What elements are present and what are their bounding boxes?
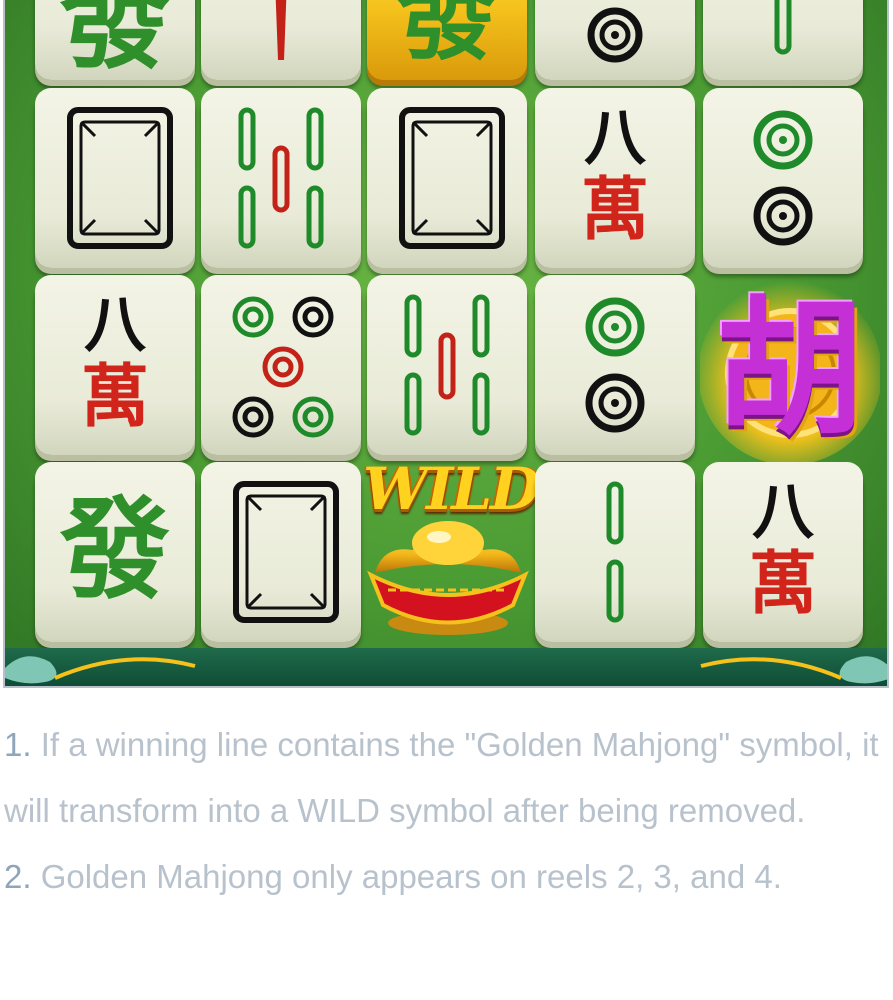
tile-golden-fa: 發 <box>367 0 527 80</box>
wan-glyph: 萬 <box>748 544 817 624</box>
tile-one-circle <box>535 0 695 80</box>
white-dragon-icon <box>399 107 505 249</box>
rule-number: 2. <box>4 858 32 895</box>
rule-text: If a winning line contains the "Golden M… <box>4 726 879 829</box>
ba-glyph: 八 <box>583 101 646 174</box>
tile-two-circle <box>703 88 863 268</box>
hu-glyph: 胡 <box>716 281 864 455</box>
white-dragon-icon <box>233 481 339 623</box>
bamboo-icon <box>774 0 792 55</box>
tile-eight-wan: 八 萬 <box>535 88 695 268</box>
white-dragon-icon <box>67 107 173 249</box>
two-circle-icon <box>753 110 813 246</box>
circle-dot-icon <box>587 7 643 63</box>
rule-number: 1. <box>4 726 32 763</box>
tile-five-circle <box>201 275 361 455</box>
cloud-ornament-icon <box>5 656 887 684</box>
tile-two-circle <box>535 275 695 455</box>
rules-text: 1. If a winning line contains the "Golde… <box>4 712 889 910</box>
fa-glyph: 發 <box>60 485 170 614</box>
tile-six-bamboo <box>367 275 527 455</box>
six-bamboo-icon <box>238 107 324 249</box>
ba-glyph: 八 <box>751 475 814 548</box>
tile-eight-wan: 八 萬 <box>703 462 863 642</box>
tile-two-bamboo <box>535 462 695 642</box>
tile-six-bamboo <box>201 88 361 268</box>
ba-glyph: 八 <box>83 288 146 361</box>
rule-item: 2. Golden Mahjong only appears on reels … <box>4 844 889 910</box>
two-circle-icon <box>585 297 645 433</box>
rule-text: Golden Mahjong only appears on reels 2, … <box>31 858 782 895</box>
six-bamboo-icon <box>404 294 490 436</box>
two-bamboo-icon <box>606 481 624 623</box>
tile-eight-wan: 八 萬 <box>35 275 195 455</box>
five-circle-icon <box>232 296 334 438</box>
hu-bonus-symbol: 胡 <box>700 268 880 468</box>
red-bamboo-icon <box>275 0 287 60</box>
tile-bamboo-red <box>201 0 361 80</box>
wild-symbol: WILD <box>363 455 540 645</box>
tile-white-dragon <box>367 88 527 268</box>
wan-glyph: 萬 <box>80 357 149 437</box>
wild-label: WILD <box>363 455 540 523</box>
game-board: 發 發 八 萬 八 萬 胡 發 WILD 八 萬 <box>3 0 889 688</box>
tile-white-dragon <box>201 462 361 642</box>
tile-fa: 發 <box>35 0 195 80</box>
tile-bamboo <box>703 0 863 80</box>
tile-white-dragon <box>35 88 195 268</box>
bottom-frame <box>5 648 887 686</box>
fa-glyph: 發 <box>60 0 170 84</box>
tile-fa: 發 <box>35 462 195 642</box>
golden-fa-glyph: 發 <box>397 0 497 74</box>
rule-item: 1. If a winning line contains the "Golde… <box>4 712 889 844</box>
wan-glyph: 萬 <box>580 170 649 250</box>
